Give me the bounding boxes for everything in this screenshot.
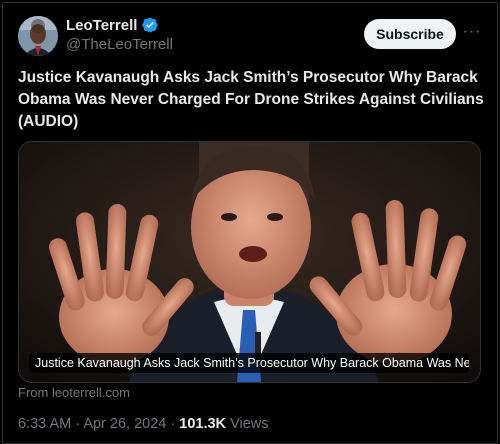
avatar[interactable] bbox=[18, 16, 58, 56]
views-count[interactable]: 101.3K bbox=[179, 416, 226, 432]
views-label: Views bbox=[230, 416, 269, 432]
meta-separator: · bbox=[170, 416, 176, 432]
avatar-image bbox=[18, 16, 58, 56]
link-card-caption: Justice Kavanaugh Asks Jack Smith’s Pros… bbox=[29, 353, 469, 373]
author-handle[interactable]: @TheLeoTerrell bbox=[66, 36, 173, 53]
post-meta: 6:33 AM · Apr 26, 2024 · 101.3K Views bbox=[18, 416, 268, 432]
meta-separator: · bbox=[75, 416, 81, 432]
link-card-image bbox=[19, 142, 480, 382]
link-card[interactable]: Justice Kavanaugh Asks Jack Smith’s Pros… bbox=[18, 141, 481, 383]
post-text: Justice Kavanaugh Asks Jack Smith’s Pros… bbox=[18, 69, 484, 130]
more-options-icon[interactable]: ··· bbox=[461, 21, 483, 43]
subscribe-button[interactable]: Subscribe bbox=[364, 19, 456, 49]
post-date[interactable]: Apr 26, 2024 bbox=[83, 416, 166, 432]
author-name[interactable]: LeoTerrell bbox=[66, 17, 137, 34]
link-source[interactable]: From leoterrell.com bbox=[18, 385, 130, 400]
post-container: LeoTerrell @TheLeoTerrell Subscribe ··· … bbox=[2, 2, 498, 444]
author-name-row[interactable]: LeoTerrell bbox=[66, 16, 159, 34]
post-time[interactable]: 6:33 AM bbox=[18, 416, 71, 432]
verified-badge-icon bbox=[142, 17, 159, 33]
